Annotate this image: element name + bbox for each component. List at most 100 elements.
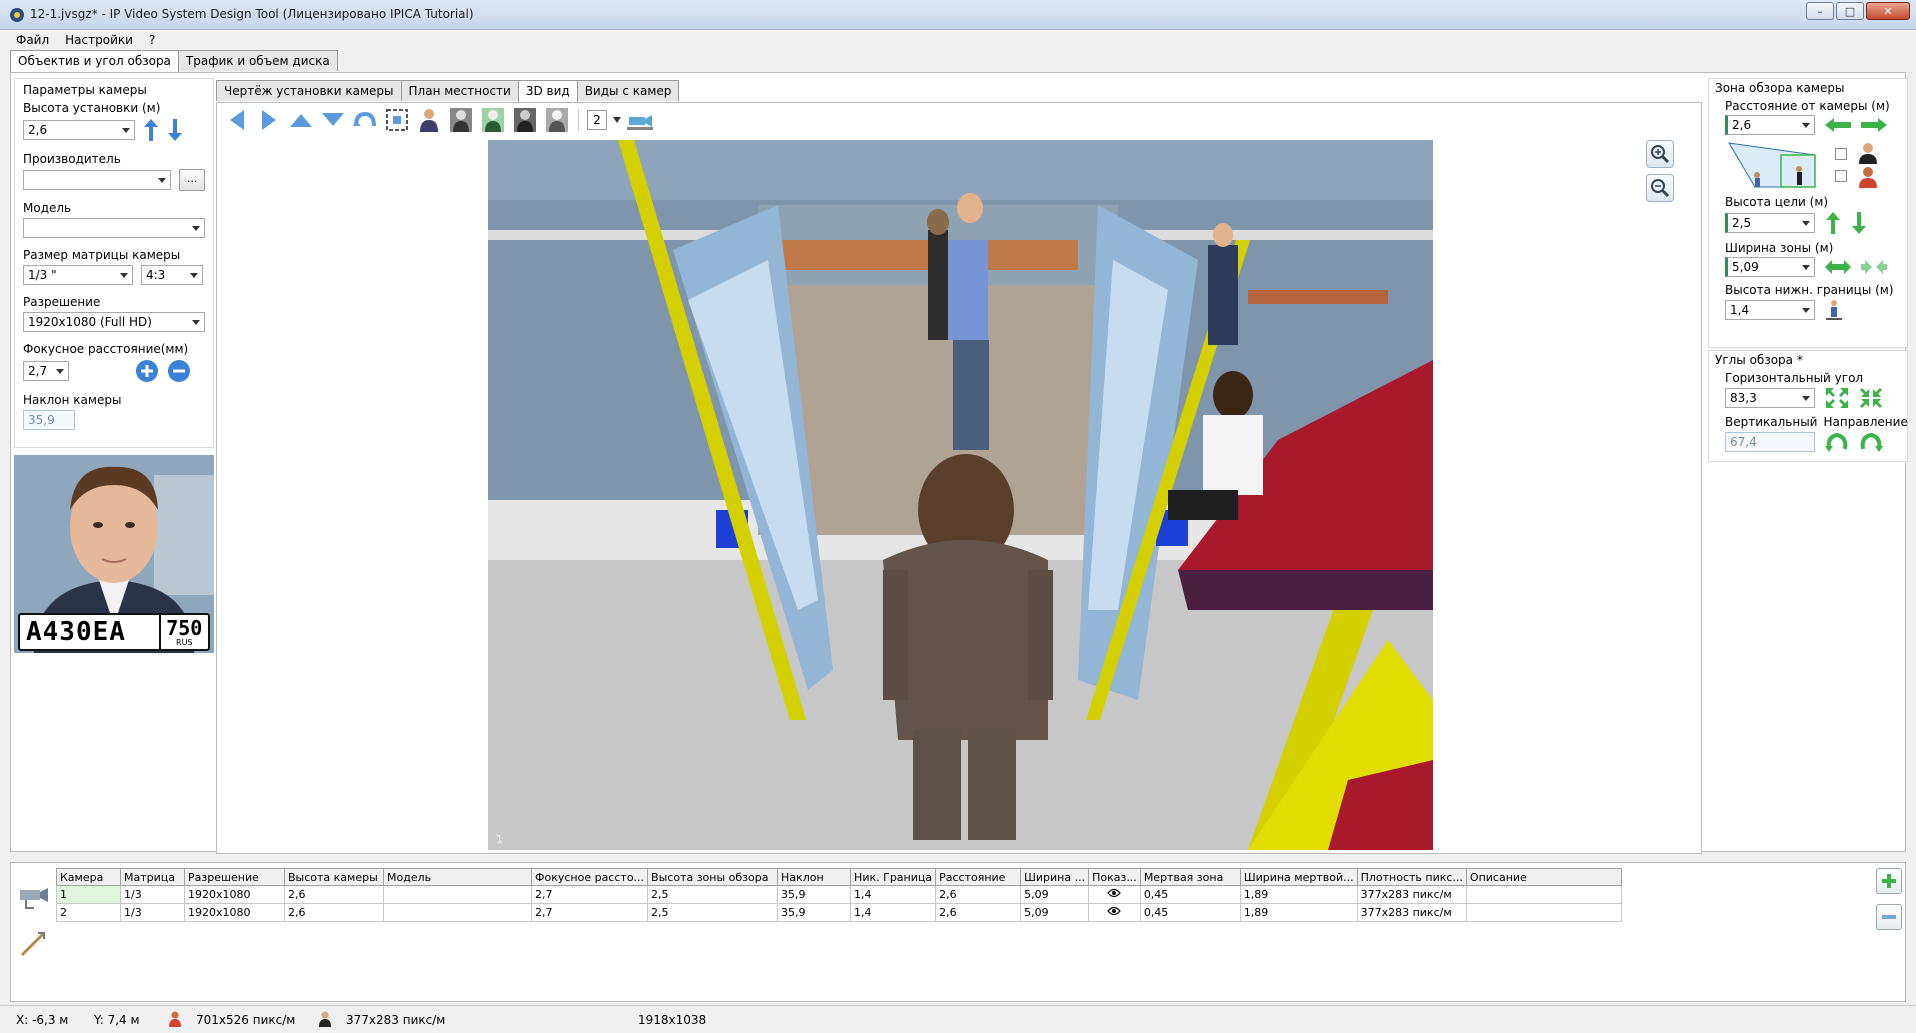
- table-cell[interactable]: 0,45: [1139, 885, 1241, 904]
- mount-height-select[interactable]: 2,6: [23, 120, 135, 140]
- col-zone-height[interactable]: Высота зоны обзора: [647, 868, 779, 886]
- table-cell[interactable]: 2,6: [284, 885, 384, 904]
- distance-select[interactable]: 2,6: [1725, 115, 1815, 135]
- col-tilt[interactable]: Наклон: [777, 868, 852, 886]
- focal-length-select[interactable]: 2,7: [23, 361, 69, 381]
- show-woman-checkbox[interactable]: [1835, 170, 1847, 182]
- table-cell[interactable]: 377x283 пикс/м: [1356, 885, 1467, 904]
- green-arrow-down-icon[interactable]: [1851, 211, 1867, 235]
- table-cell[interactable]: 2,7: [530, 885, 649, 904]
- table-cell[interactable]: 1,4: [850, 903, 937, 922]
- col-camera-height[interactable]: Высота камеры: [284, 868, 384, 886]
- table-cell[interactable]: 377x283 пикс/м: [1356, 903, 1467, 922]
- tab-terrain-plan[interactable]: План местности: [400, 80, 519, 101]
- table-cell[interactable]: 2,7: [530, 903, 649, 922]
- col-lower-bound[interactable]: Ник. Граница: [850, 868, 937, 886]
- tab-traffic-disk[interactable]: Трафик и объем диска: [177, 50, 338, 71]
- person-light-icon[interactable]: [544, 107, 570, 133]
- table-cell[interactable]: 35,9: [777, 885, 852, 904]
- tilt-field[interactable]: 35,9: [23, 410, 75, 430]
- table-cell[interactable]: 1,89: [1239, 903, 1358, 922]
- move-down-icon[interactable]: [320, 107, 346, 133]
- rotate-cw-icon[interactable]: [1859, 431, 1883, 453]
- minus-circle-icon[interactable]: [167, 359, 191, 383]
- chevron-down-icon[interactable]: [613, 117, 621, 123]
- col-pixel-density[interactable]: Плотность пикс...: [1356, 868, 1467, 886]
- eye-icon[interactable]: [1107, 888, 1122, 898]
- rotate-left-icon[interactable]: [224, 107, 250, 133]
- table-cell[interactable]: [1465, 903, 1622, 922]
- remove-camera-button[interactable]: [1876, 904, 1902, 930]
- table-row[interactable]: 1 1/3 1920x1080 2,6 2,7 2,5 35,9 1,4 2,6…: [56, 885, 1622, 904]
- rotate-ccw-icon[interactable]: [1825, 431, 1849, 453]
- person-view-icon[interactable]: [416, 107, 442, 133]
- table-cell[interactable]: [383, 885, 532, 904]
- tab-lens-angle[interactable]: Объектив и угол обзора: [10, 50, 179, 72]
- table-cell[interactable]: 2,5: [647, 885, 779, 904]
- tab-camera-views[interactable]: Виды с камер: [576, 80, 680, 101]
- arrow-down-icon[interactable]: [167, 118, 183, 142]
- camera-icon[interactable]: [16, 878, 50, 912]
- table-cell[interactable]: 2,6: [935, 903, 1022, 922]
- tab-3d-view[interactable]: 3D вид: [517, 80, 578, 102]
- vertical-angle-field[interactable]: 67,4: [1725, 432, 1815, 452]
- tab-install-drawing[interactable]: Чертёж установки камеры: [216, 80, 402, 101]
- table-cell[interactable]: 0,45: [1139, 903, 1241, 922]
- arrow-left-icon[interactable]: [1825, 118, 1851, 132]
- table-cell[interactable]: 2,6: [935, 885, 1022, 904]
- col-camera[interactable]: Камера: [56, 868, 121, 886]
- col-matrix[interactable]: Матрица: [120, 868, 185, 886]
- table-cell[interactable]: 1920x1080: [184, 885, 285, 904]
- rotate-right-icon[interactable]: [256, 107, 282, 133]
- person-dark-icon[interactable]: [512, 107, 538, 133]
- table-cell[interactable]: [1088, 903, 1141, 922]
- manufacturer-select[interactable]: [23, 170, 172, 190]
- table-cell[interactable]: 5,09: [1020, 903, 1090, 922]
- person-green-icon[interactable]: [480, 107, 506, 133]
- table-row[interactable]: 2 1/3 1920x1080 2,6 2,7 2,5 35,9 1,4 2,6…: [56, 903, 1622, 922]
- target-height-select[interactable]: 2,5: [1725, 213, 1815, 233]
- horizontal-angle-select[interactable]: 83,3: [1725, 388, 1815, 408]
- menu-file[interactable]: Файл: [8, 30, 57, 50]
- maximize-button[interactable]: □: [1836, 2, 1864, 20]
- table-cell[interactable]: 2,5: [647, 903, 779, 922]
- camera-number-select[interactable]: 2: [587, 110, 607, 130]
- lower-bound-select[interactable]: 1,4: [1725, 300, 1815, 320]
- zoom-in-button[interactable]: [1646, 140, 1674, 168]
- table-cell[interactable]: [383, 903, 532, 922]
- shrink-angle-icon[interactable]: [1859, 387, 1883, 409]
- green-arrow-up-icon[interactable]: [1825, 211, 1841, 235]
- move-up-icon[interactable]: [288, 107, 314, 133]
- eye-icon[interactable]: [1107, 906, 1122, 916]
- camera-view-icon[interactable]: [627, 107, 653, 133]
- table-cell[interactable]: [1465, 885, 1622, 904]
- menu-help[interactable]: ?: [141, 30, 163, 50]
- expand-horizontal-icon[interactable]: [1825, 260, 1851, 274]
- model-select[interactable]: [23, 218, 205, 238]
- reset-view-icon[interactable]: [352, 107, 378, 133]
- menu-settings[interactable]: Настройки: [57, 30, 141, 50]
- arrow-up-icon[interactable]: [143, 118, 159, 142]
- table-cell[interactable]: 1,4: [850, 885, 937, 904]
- table-cell[interactable]: 1/3: [120, 885, 185, 904]
- col-dead-width[interactable]: Ширина мертвой...: [1239, 868, 1358, 886]
- col-width[interactable]: Ширина ...: [1020, 868, 1090, 886]
- col-dead-zone[interactable]: Мертвая зона: [1139, 868, 1241, 886]
- zone-width-select[interactable]: 5,09: [1725, 257, 1815, 277]
- plus-circle-icon[interactable]: [135, 359, 159, 383]
- table-cell[interactable]: 2: [56, 903, 121, 922]
- add-camera-button[interactable]: [1876, 868, 1902, 894]
- col-resolution[interactable]: Разрешение: [184, 868, 285, 886]
- 3d-scene-viewport[interactable]: 1: [488, 140, 1433, 850]
- shrink-horizontal-icon[interactable]: [1861, 260, 1887, 274]
- zoom-out-button[interactable]: [1646, 174, 1674, 202]
- sensor-size-select[interactable]: 1/3 ": [23, 265, 133, 285]
- resolution-select[interactable]: 1920x1080 (Full HD): [23, 312, 205, 332]
- table-cell[interactable]: 1920x1080: [184, 903, 285, 922]
- person-gray-icon[interactable]: [448, 107, 474, 133]
- aspect-ratio-select[interactable]: 4:3: [141, 265, 203, 285]
- expand-angle-icon[interactable]: [1825, 387, 1849, 409]
- col-distance[interactable]: Расстояние: [935, 868, 1022, 886]
- table-cell[interactable]: 1/3: [120, 903, 185, 922]
- table-cell[interactable]: 2,6: [284, 903, 384, 922]
